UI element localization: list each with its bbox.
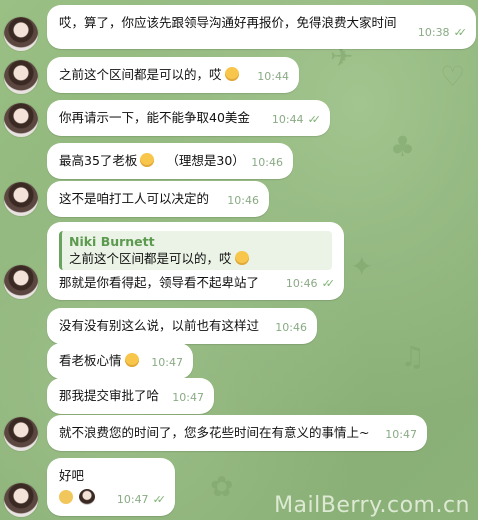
star-doodle-icon: ✦ [350, 250, 374, 283]
reaction-avatar [79, 489, 95, 505]
contact-avatar[interactable] [4, 17, 38, 51]
contact-avatar[interactable] [4, 483, 38, 517]
message-bubble[interactable]: 你再请示一下，能不能争取40美金 10:44 ✓✓ [47, 100, 330, 136]
message-bubble[interactable]: 看老板心情 10:47 [47, 343, 193, 379]
read-ticks-icon: ✓✓ [321, 277, 336, 290]
message-meta: 10:47 [385, 426, 417, 444]
contact-avatar[interactable] [4, 60, 38, 94]
message-meta: 10:46 ✓✓ [285, 275, 336, 293]
message-meta: 10:47 [172, 389, 204, 407]
sweat-smile-emoji-icon [234, 251, 249, 265]
message-meta: 10:44 ✓✓ [271, 111, 322, 129]
message-time: 10:46 [285, 277, 318, 290]
crying-emoji-icon [140, 153, 155, 167]
worried-emoji-icon [124, 353, 139, 367]
watermark: MailBerry.com.cn [274, 493, 470, 518]
message-text: 那就是你看得起，领导看不起卑站了 [59, 275, 260, 290]
message-text: 就不浪费您的时间了，您多花些时间在有意义的事情上~ [59, 425, 370, 440]
message-bubble[interactable]: 哎，算了，你应该先跟领导沟通好再报价，免得浪费大家时间 10:38 ✓✓ [47, 5, 476, 49]
leaf-doodle-icon: ✿ [210, 470, 234, 503]
message-time: 10:47 [172, 391, 204, 404]
message-text-suffix: （理想是30） [166, 153, 245, 168]
message-time: 10:47 [151, 356, 183, 369]
contact-avatar[interactable] [4, 182, 38, 216]
contact-avatar[interactable] [4, 103, 38, 137]
ok-hand-emoji-icon [59, 490, 73, 504]
message-time: 10:46 [275, 321, 307, 334]
message-meta: 10:47 ✓✓ [116, 491, 167, 509]
message-text: 看老板心情 [59, 353, 122, 368]
message-bubble[interactable]: 最高35了老板 （理想是30） 10:46 [47, 143, 293, 179]
message-bubble[interactable]: 那我提交审批了哈 10:47 [47, 378, 214, 414]
message-bubble[interactable]: 这不是咱打工人可以决定的 10:46 [47, 181, 269, 217]
message-meta: 10:46 [227, 192, 259, 210]
message-text: 那我提交审批了哈 [59, 388, 160, 403]
heart-doodle-icon: ♡ [440, 60, 466, 93]
message-text: 这不是咱打工人可以决定的 [59, 191, 210, 206]
message-meta: 10:47 [151, 354, 183, 372]
message-meta: 10:38 ✓✓ [417, 24, 468, 42]
message-bubble[interactable]: Niki Burnett 之前这个区间都是可以的，哎 那就是你看得起，领导看不起… [47, 222, 344, 300]
message-text: 没有没有别这么说，以前也有这样过 [59, 318, 260, 333]
message-meta: 10:44 [257, 68, 289, 86]
message-text: 最高35了老板 [59, 153, 138, 168]
message-text: 你再请示一下，能不能争取40美金 [59, 110, 250, 125]
message-text: 哎，算了，你应该先跟领导沟通好再报价，免得浪费大家时间 [59, 15, 397, 30]
message-text: 之前这个区间都是可以的，哎 [59, 67, 222, 82]
message-meta: 10:46 [251, 154, 283, 172]
message-time: 10:47 [116, 493, 149, 506]
contact-avatar[interactable] [4, 265, 38, 299]
message-time: 10:38 [417, 26, 450, 39]
contact-avatar[interactable] [4, 417, 38, 451]
dinosaur-doodle-icon: ♣ [390, 130, 416, 163]
read-ticks-icon: ✓✓ [453, 26, 468, 39]
message-time: 10:47 [385, 428, 417, 441]
read-ticks-icon: ✓✓ [307, 113, 322, 126]
bell-doodle-icon: ♫ [400, 340, 426, 373]
reply-text: 之前这个区间都是可以的，哎 [69, 251, 232, 266]
message-time: 10:44 [257, 70, 289, 83]
read-ticks-icon: ✓✓ [152, 493, 167, 506]
message-bubble[interactable]: 没有没有别这么说，以前也有这样过 10:46 [47, 308, 317, 344]
message-time: 10:46 [227, 194, 259, 207]
message-meta: 10:46 [275, 319, 307, 337]
message-bubble[interactable]: 好吧 10:47 ✓✓ [47, 458, 175, 516]
message-time: 10:46 [251, 156, 283, 169]
sweat-smile-emoji-icon [224, 67, 239, 81]
message-text: 好吧 [59, 468, 85, 483]
reply-author: Niki Burnett [69, 234, 155, 249]
reply-quote[interactable]: Niki Burnett 之前这个区间都是可以的，哎 [59, 231, 332, 270]
message-bubble[interactable]: 就不浪费您的时间了，您多花些时间在有意义的事情上~ 10:47 [47, 415, 427, 451]
message-bubble[interactable]: 之前这个区间都是可以的，哎 10:44 [47, 57, 299, 93]
message-time: 10:44 [271, 113, 304, 126]
